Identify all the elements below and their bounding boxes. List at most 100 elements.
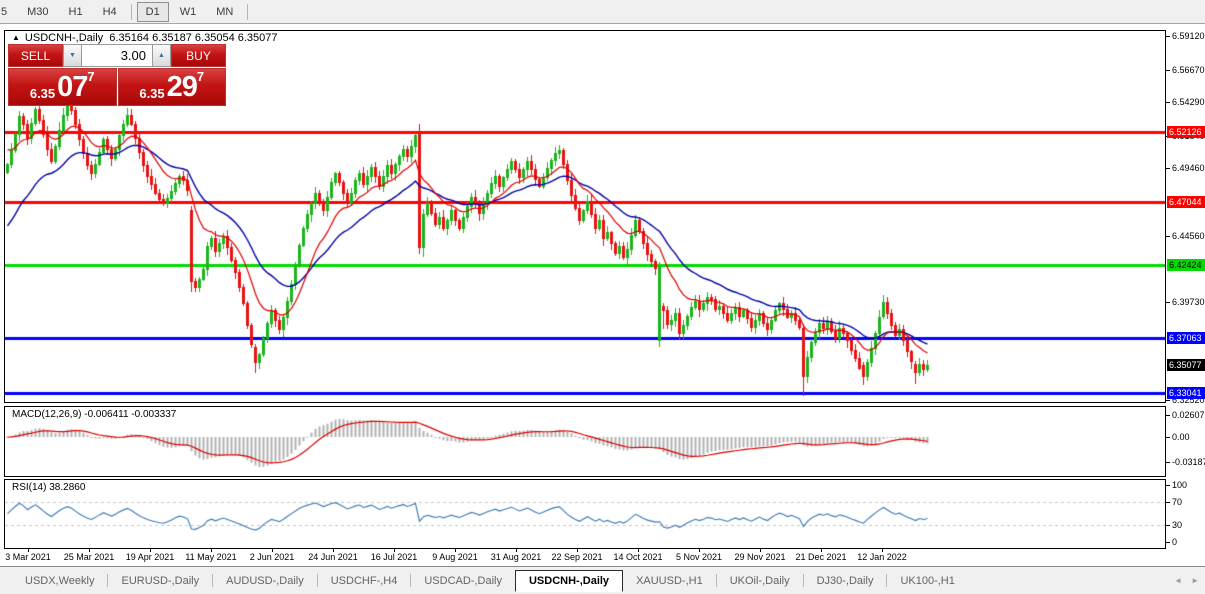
date-axis-label: 21 Dec 2021 — [795, 552, 847, 562]
macd-axis-label: -0.03187 — [1172, 457, 1205, 467]
date-axis-label: 3 Mar 2021 — [5, 552, 51, 562]
rsi-axis-label: 30 — [1172, 520, 1183, 530]
tab-usdchf-h4[interactable]: USDCHF-,H4 — [318, 570, 411, 592]
price-level-tag: 6.52126 — [1167, 126, 1205, 138]
rsi-tick — [1166, 485, 1170, 486]
time-axis[interactable]: 3 Mar 2021 25 Mar 2021 19 Apr 2021 11 May 2… — [4, 548, 1166, 565]
volume-increase-button[interactable]: ▲ — [152, 44, 171, 67]
price-level-tag: 6.33041 — [1167, 387, 1205, 399]
rsi-tick — [1166, 502, 1170, 503]
buy-price-pips: 29 — [166, 71, 198, 103]
rsi-name-label: RSI(14) — [12, 482, 47, 493]
timeframe-button-h4[interactable]: H4 — [94, 2, 126, 22]
date-axis-label: 11 May 2021 — [185, 552, 237, 562]
buy-button[interactable]: BUY — [171, 44, 226, 67]
price-tick — [1166, 236, 1170, 237]
mt4-window: 5 M30 H1 H4 D1 W1 MN ▲ USDCNH-,Daily 6.35164 6.… — [0, 0, 1205, 594]
price-tick — [1166, 302, 1170, 303]
timeframe-button-d1[interactable]: D1 — [136, 1, 169, 22]
tab-eurusd-daily[interactable]: EURUSD-,Daily — [108, 570, 212, 592]
tab-xauusd-h1[interactable]: XAUUSD-,H1 — [623, 570, 716, 592]
tab-scroll-nav: ◄ ► — [1174, 576, 1199, 585]
timeframe-button-h1[interactable]: H1 — [60, 2, 92, 22]
volume-decrease-button[interactable]: ▼ — [63, 44, 82, 67]
rsi-value: 38.2860 — [49, 482, 86, 493]
macd-tick — [1166, 462, 1170, 463]
collapse-triangle-icon[interactable]: ▲ — [12, 33, 20, 42]
rsi-tick — [1166, 525, 1170, 526]
tab-dj30-daily[interactable]: DJ30-,Daily — [804, 570, 887, 592]
price-level-tag: 6.37063 — [1167, 332, 1205, 344]
price-tick — [1166, 400, 1170, 401]
one-click-trading-panel: SELL ▼ ▲ BUY 6.35 07 7 6.35 29 7 — [8, 44, 226, 106]
sell-button[interactable]: SELL — [8, 44, 63, 67]
price-axis-label: 6.59120 — [1172, 31, 1205, 41]
chart-tab-bar: USDX,Weekly EURUSD-,Daily AUDUSD-,Daily USD… — [0, 566, 1205, 594]
timeframe-button-m30[interactable]: M30 — [18, 2, 57, 22]
symbol-period-label: USDCNH-,Daily — [24, 32, 104, 44]
volume-input[interactable] — [82, 44, 152, 67]
price-axis-label: 6.56670 — [1172, 65, 1205, 75]
tab-audusd-daily[interactable]: AUDUSD-,Daily — [213, 570, 317, 592]
timeframe-toolbar: 5 M30 H1 H4 D1 W1 MN — [0, 0, 1205, 24]
tab-usdcnh-daily[interactable]: USDCNH-,Daily — [514, 569, 624, 592]
date-axis-label: 22 Sep 2021 — [551, 552, 603, 562]
date-axis-label: 5 Nov 2021 — [675, 552, 723, 562]
macd-main-value: -0.006411 — [84, 409, 129, 420]
timeframe-button-w1[interactable]: W1 — [171, 2, 206, 22]
buy-price-point: 7 — [196, 69, 205, 84]
macd-tick — [1166, 437, 1170, 438]
rsi-axis-label: 70 — [1172, 497, 1183, 507]
timeframe-button-5[interactable]: 5 — [0, 2, 16, 22]
price-axis-label: 6.39730 — [1172, 297, 1205, 307]
price-axis-label: 6.54290 — [1172, 97, 1205, 107]
rsi-indicator-panel[interactable] — [4, 479, 1166, 549]
price-tick — [1166, 36, 1170, 37]
date-axis-label: 19 Apr 2021 — [125, 552, 175, 562]
sell-price-pips: 07 — [57, 71, 88, 103]
macd-axis-label: 0.02607 — [1172, 410, 1205, 420]
price-axis-label: 6.44560 — [1172, 231, 1205, 241]
rsi-axis-label: 100 — [1172, 480, 1188, 490]
tab-usdx-weekly[interactable]: USDX,Weekly — [12, 570, 107, 592]
macd-canvas[interactable] — [5, 407, 1165, 476]
sell-price-base: 6.35 — [29, 86, 56, 101]
price-tick — [1166, 168, 1170, 169]
date-axis-label: 31 Aug 2021 — [490, 552, 542, 562]
macd-axis-label: 0.00 — [1172, 432, 1190, 442]
price-level-tag: 6.47044 — [1167, 196, 1205, 208]
rsi-tick — [1166, 542, 1170, 543]
macd-tick — [1166, 415, 1170, 416]
date-axis-label: 16 Jul 2021 — [370, 552, 418, 562]
price-axis-label: 6.49460 — [1172, 163, 1205, 173]
toolbar-separator — [247, 3, 249, 20]
toolbar-separator — [130, 3, 132, 20]
tab-scroll-left-icon[interactable]: ◄ — [1174, 576, 1182, 585]
current-price-tag: 6.35077 — [1167, 359, 1205, 371]
ohlc-values: 6.35164 6.35187 6.35054 6.35077 — [109, 32, 278, 44]
sell-price-display[interactable]: 6.35 07 7 — [8, 68, 117, 106]
date-axis-label: 14 Oct 2021 — [613, 552, 663, 562]
timeframe-button-mn[interactable]: MN — [207, 2, 242, 22]
rsi-header: RSI(14) 38.2860 — [12, 482, 85, 493]
price-tick — [1166, 70, 1170, 71]
buy-price-display[interactable]: 6.35 29 7 — [117, 68, 226, 106]
date-axis-label: 2 Jun 2021 — [249, 552, 295, 562]
macd-header: MACD(12,26,9) -0.006411 -0.003337 — [12, 409, 176, 420]
tab-usdcad-daily[interactable]: USDCAD-,Daily — [411, 570, 515, 592]
rsi-axis-label: 0 — [1172, 537, 1178, 547]
buy-price-base: 6.35 — [139, 86, 165, 101]
price-tick — [1166, 102, 1170, 103]
tab-scroll-right-icon[interactable]: ► — [1191, 576, 1199, 585]
tab-ukoil-daily[interactable]: UKOil-,Daily — [717, 570, 803, 592]
date-axis-label: 12 Jan 2022 — [857, 552, 907, 562]
tab-uk100-h1[interactable]: UK100-,H1 — [887, 570, 967, 592]
chart-header: ▲ USDCNH-,Daily 6.35164 6.35187 6.35054 6… — [12, 32, 278, 44]
price-level-tag: 6.42424 — [1167, 259, 1205, 271]
rsi-canvas[interactable] — [5, 480, 1165, 548]
date-axis-label: 29 Nov 2021 — [734, 552, 786, 562]
date-axis-label: 9 Aug 2021 — [432, 552, 478, 562]
sell-price-point: 7 — [87, 69, 95, 84]
macd-indicator-panel[interactable] — [4, 406, 1166, 477]
date-axis-label: 24 Jun 2021 — [308, 552, 358, 562]
